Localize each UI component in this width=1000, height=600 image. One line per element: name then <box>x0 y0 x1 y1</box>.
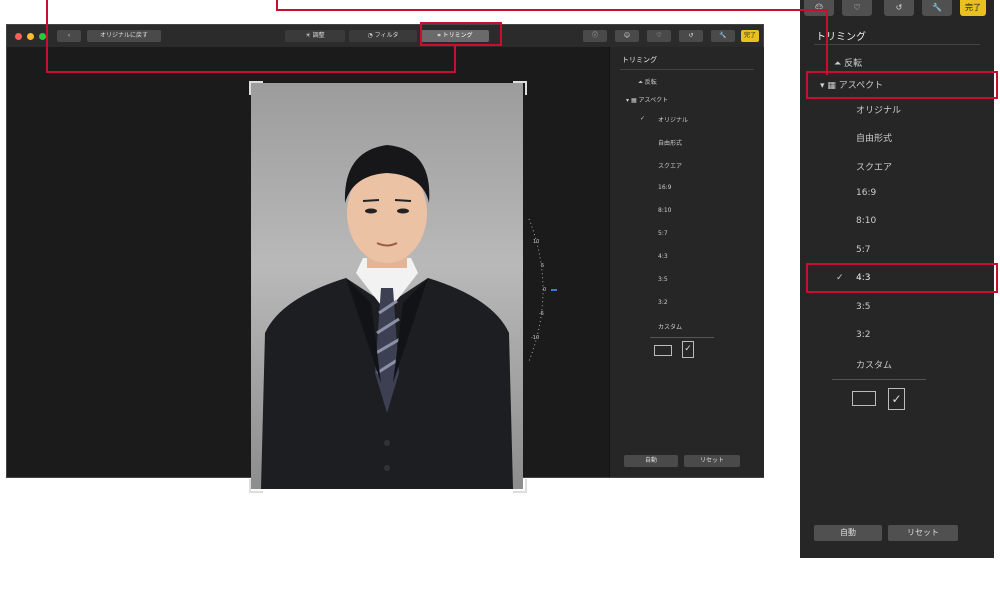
sun-icon: ☀ <box>305 32 311 39</box>
dial-tick-label: 0 <box>543 287 547 293</box>
crop-handle-top-left[interactable] <box>249 81 263 95</box>
divider <box>832 379 926 380</box>
auto-button[interactable]: 自動 <box>624 455 678 467</box>
toolbar: ‹ オリジナルに戻す ☀ 調整 ◔ フィルタ ⌗ トリミング ⓘ ☺ ♡ ↺ 🔧… <box>7 25 763 48</box>
info-icon: ⓘ <box>591 32 598 39</box>
landscape-orientation-button[interactable] <box>852 391 876 406</box>
flip-button[interactable]: ⏶ 反転 <box>638 77 657 87</box>
aspect-option[interactable]: カスタム <box>658 322 682 331</box>
wrench-icon: 🔧 <box>932 3 942 12</box>
aspect-option[interactable]: 3:5 <box>856 302 870 312</box>
aspect-option[interactable]: オリジナル <box>856 103 901 116</box>
dial-tick-label: -10 <box>531 335 540 341</box>
aspect-grid-icon: ▦ <box>630 97 637 104</box>
tab-adjust[interactable]: ☀ 調整 <box>285 30 345 42</box>
crop-handle-top-right[interactable] <box>513 81 527 95</box>
wrench-icon: 🔧 <box>719 32 727 39</box>
aspect-option[interactable]: スクエア <box>658 161 682 170</box>
favorite-button[interactable]: ♡ <box>842 0 872 16</box>
rotation-dial[interactable]: 10 5 0 -5 -10 <box>523 215 563 365</box>
portrait-orientation-button[interactable]: ✓ <box>682 341 694 358</box>
crop-handle-bottom-left[interactable] <box>249 479 263 493</box>
aspect-option[interactable]: 3:2 <box>658 299 668 306</box>
aspect-option[interactable]: スクエア <box>856 160 892 173</box>
back-button[interactable]: ‹ <box>57 30 81 42</box>
checkmark-icon: ✓ <box>684 344 692 354</box>
portrait-photo[interactable] <box>251 83 523 489</box>
divider <box>650 337 714 338</box>
aspect-option[interactable]: 16:9 <box>658 184 671 191</box>
done-button[interactable]: 完了 <box>741 30 759 42</box>
close-window-button[interactable] <box>15 33 22 40</box>
reset-button[interactable]: リセット <box>684 455 740 467</box>
aspect-option[interactable]: 4:3 <box>658 253 668 260</box>
zoom-window-button[interactable] <box>39 33 46 40</box>
smiley-button[interactable]: ☺ <box>804 0 834 16</box>
checkmark-icon: ✓ <box>891 392 902 406</box>
callout-line <box>276 9 828 11</box>
callout-line <box>826 9 828 75</box>
aspect-option[interactable]: 自由形式 <box>856 131 892 144</box>
filter-icon: ◔ <box>367 32 373 39</box>
callout-line <box>46 71 456 73</box>
tools-button[interactable]: 🔧 <box>922 0 952 16</box>
disclosure-triangle-icon: ▾ <box>626 97 630 104</box>
heart-icon: ♡ <box>853 3 861 12</box>
sidebar-title: トリミング <box>622 56 657 64</box>
crop-sidebar: トリミング ⏶ 反転 ▾ ▦ アスペクト ✓ オリジナル 自由形式 スクエア 1… <box>609 47 764 477</box>
aspect-option[interactable]: 8:10 <box>856 216 876 226</box>
dial-tick-label: -5 <box>539 311 544 317</box>
callout-line <box>46 0 48 72</box>
divider <box>620 69 754 70</box>
aspect-selected-check-icon: ✓ <box>640 115 646 122</box>
tab-filter[interactable]: ◔ フィルタ <box>349 30 417 42</box>
crop-handle-bottom-right[interactable] <box>513 479 527 493</box>
photo-canvas: 10 5 0 -5 -10 <box>7 47 609 493</box>
auto-button[interactable]: 自動 <box>814 525 882 541</box>
info-button[interactable]: ⓘ <box>583 30 607 42</box>
smiley-icon: ☺ <box>623 32 631 39</box>
callout-line <box>276 0 278 10</box>
flip-icon: ⏶ <box>638 79 643 86</box>
panel-title: トリミング <box>816 32 866 43</box>
aspect-option[interactable]: オリジナル <box>658 115 688 124</box>
aspect-option[interactable]: 16:9 <box>856 188 876 198</box>
revert-to-original-button[interactable]: オリジナルに戻す <box>87 30 161 42</box>
minimize-window-button[interactable] <box>27 33 34 40</box>
rotate-button[interactable]: ↺ <box>884 0 914 16</box>
rotate-icon: ↺ <box>688 32 694 39</box>
aspect-option[interactable]: 3:5 <box>658 276 668 283</box>
reset-button[interactable]: リセット <box>888 525 958 541</box>
aspect-option[interactable]: カスタム <box>856 358 892 371</box>
aspect-option[interactable]: 3:2 <box>856 330 870 340</box>
portrait-orientation-button[interactable]: ✓ <box>888 388 905 410</box>
smiley-button[interactable]: ☺ <box>615 30 639 42</box>
tools-button[interactable]: 🔧 <box>711 30 735 42</box>
rotate-button[interactable]: ↺ <box>679 30 703 42</box>
photos-editor-window: ‹ オリジナルに戻す ☀ 調整 ◔ フィルタ ⌗ トリミング ⓘ ☺ ♡ ↺ 🔧… <box>6 24 764 493</box>
dial-tick-label: 5 <box>541 263 545 269</box>
aspect-option[interactable]: 5:7 <box>658 230 668 237</box>
highlight-ratio-4-3 <box>806 263 998 293</box>
done-button[interactable]: 完了 <box>960 0 986 16</box>
aspect-disclosure[interactable]: ▾ ▦ アスペクト <box>626 95 668 104</box>
divider <box>814 44 980 45</box>
aspect-option[interactable]: 8:10 <box>658 207 671 214</box>
flip-button[interactable]: ⏶ 反転 <box>834 56 862 69</box>
callout-line <box>454 46 456 72</box>
highlight-crop-tab <box>420 22 502 46</box>
landscape-orientation-button[interactable] <box>654 345 672 356</box>
aspect-option[interactable]: 自由形式 <box>658 138 682 147</box>
dial-tick-label: 10 <box>533 239 540 245</box>
chevron-left-icon: ‹ <box>67 32 71 39</box>
portrait-illustration <box>261 145 513 489</box>
aspect-option[interactable]: 5:7 <box>856 245 870 255</box>
favorite-button[interactable]: ♡ <box>647 30 671 42</box>
flip-icon: ⏶ <box>834 59 842 69</box>
highlight-aspect <box>806 71 998 99</box>
rotate-icon: ↺ <box>895 3 903 12</box>
heart-icon: ♡ <box>656 32 662 39</box>
